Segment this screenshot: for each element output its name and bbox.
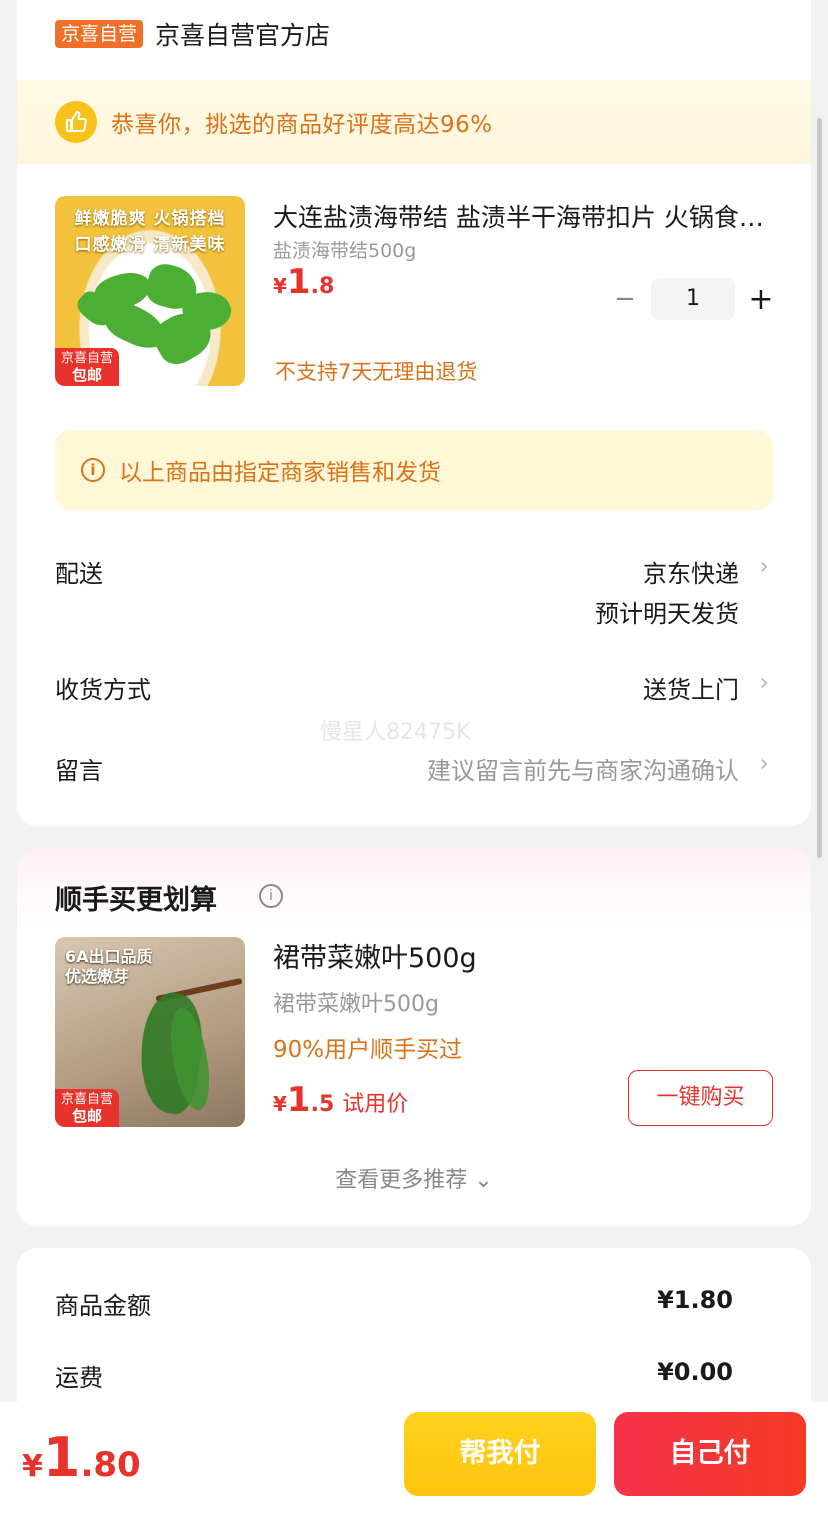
image-caption: 6A出口品质 优选嫩芽 (65, 947, 153, 986)
trial-price-label: 试用价 (342, 1092, 409, 1117)
product-spec[interactable]: 盐渍海带结500g (273, 236, 416, 263)
recommend-title: 顺手买更划算 (55, 885, 217, 916)
praise-text: 恭喜你，挑选的商品好评度高达96% (111, 112, 493, 138)
message-label: 留言 (55, 757, 103, 785)
checkout-bar: ¥1.80 帮我付 自己付 (0, 1402, 828, 1526)
watermark: 慢星人82475K (320, 720, 471, 745)
message-input[interactable]: 建议留言前先与商家沟通确认 (427, 751, 739, 786)
receive-value[interactable]: 送货上门 (643, 670, 739, 705)
return-policy: 不支持7天无理由退货 (275, 360, 478, 384)
recommend-card: 顺手买更划算 i 6A出口品质 优选嫩芽 京喜自营 包邮 裙带菜嫩叶500g 裙… (17, 848, 811, 1226)
order-store-card: 京喜自营 京喜自营官方店 恭喜你，挑选的商品好评度高达96% 鲜嫩脆爽 火锅搭档… (17, 0, 811, 826)
product-tag: 京喜自营 包邮 (55, 348, 120, 386)
scrollbar[interactable] (817, 118, 822, 858)
one-click-buy-button[interactable]: 一键购买 (628, 1070, 773, 1126)
quantity-stepper[interactable]: − 1 + (607, 278, 779, 320)
goods-amount-value: ¥1.80 (657, 1286, 733, 1314)
receive-label: 收货方式 (55, 676, 151, 704)
product-tag: 京喜自营 包邮 (55, 1089, 120, 1127)
shipping-fee-value: ¥0.00 (657, 1358, 733, 1386)
increase-button[interactable]: + (743, 282, 779, 317)
delivery-method[interactable]: 京东快递 (643, 554, 739, 589)
notice-text: 以上商品由指定商家销售和发货 (119, 460, 441, 486)
total-price: ¥1.80 (22, 1426, 141, 1489)
quantity-input[interactable]: 1 (651, 278, 735, 320)
decrease-button[interactable]: − (607, 284, 643, 314)
store-name[interactable]: 京喜自营官方店 (155, 16, 330, 52)
help-me-pay-button[interactable]: 帮我付 (404, 1412, 596, 1496)
seller-notice: i 以上商品由指定商家销售和发货 (55, 430, 773, 510)
chevron-right-icon[interactable]: › (759, 749, 769, 777)
image-caption: 鲜嫩脆爽 火锅搭档 (74, 209, 226, 229)
chevron-right-icon[interactable]: › (759, 668, 769, 696)
recommend-bought-text: 90%用户顺手买过 (273, 1037, 463, 1063)
recommend-item-image[interactable]: 6A出口品质 优选嫩芽 京喜自营 包邮 (55, 937, 245, 1127)
delivery-eta: 预计明天发货 (595, 600, 739, 628)
goods-amount-label: 商品金额 (55, 1292, 151, 1320)
pay-myself-button[interactable]: 自己付 (614, 1412, 806, 1496)
praise-banner: 恭喜你，挑选的商品好评度高达96% (17, 80, 811, 164)
store-badge: 京喜自营 (55, 20, 144, 48)
recommend-item-price: ¥1.5 试用价 (273, 1080, 409, 1120)
product-price: ¥1.8 (273, 262, 335, 302)
info-icon[interactable]: i (259, 884, 283, 908)
product-title[interactable]: 大连盐渍海带结 盐渍半干海带扣片 火锅食材凉拌菜 (273, 198, 773, 234)
more-recommendations-link[interactable]: 查看更多推荐 ⌄ (17, 1162, 811, 1194)
delivery-label: 配送 (55, 560, 103, 588)
chevron-right-icon[interactable]: › (759, 552, 769, 580)
product-image[interactable]: 鲜嫩脆爽 火锅搭档 口感嫩滑 清新美味 京喜自营 包邮 (55, 196, 245, 386)
recommend-item-spec: 裙带菜嫩叶500g (273, 992, 439, 1017)
thumbs-up-icon (55, 101, 97, 143)
recommend-item-title[interactable]: 裙带菜嫩叶500g (273, 936, 477, 975)
shipping-fee-label: 运费 (55, 1364, 103, 1392)
image-caption: 口感嫩滑 清新美味 (74, 235, 226, 255)
store-header[interactable]: 京喜自营 京喜自营官方店 (55, 18, 330, 50)
info-icon: i (81, 458, 105, 482)
